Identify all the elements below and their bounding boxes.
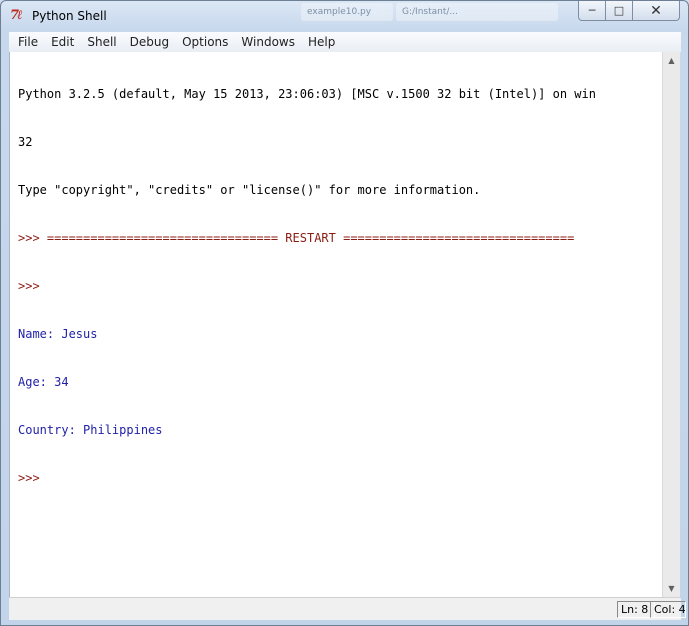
background-tab: example10.py [301, 3, 393, 21]
menu-debug[interactable]: Debug [126, 32, 173, 52]
minimize-icon: ─ [588, 4, 596, 17]
python-shell-window: 7ℓ Python Shell example10.py G:/Instant/… [0, 0, 689, 626]
maximize-icon: □ [613, 4, 625, 17]
menu-help[interactable]: Help [304, 32, 339, 52]
background-tab: G:/Instant/... [396, 3, 558, 21]
restart-line: >>> ================================ RES… [18, 231, 575, 245]
shell-line: Type "copyright", "credits" or "license(… [18, 183, 481, 197]
column-indicator: Col: 4 [650, 601, 686, 618]
shell-line: 32 [18, 135, 33, 149]
window-title: Python Shell [32, 9, 107, 23]
shell-output: Python 3.2.5 (default, May 15 2013, 23:0… [18, 54, 596, 518]
menu-options[interactable]: Options [178, 32, 232, 52]
arrow-up-icon: ▲ [668, 56, 675, 65]
shell-line: Python 3.2.5 (default, May 15 2013, 23:0… [18, 87, 596, 101]
maximize-button[interactable]: □ [605, 1, 633, 21]
menu-edit[interactable]: Edit [47, 32, 78, 52]
scroll-up-button[interactable]: ▲ [663, 52, 680, 69]
menu-bar: File Edit Shell Debug Options Windows He… [9, 32, 681, 53]
vertical-scrollbar[interactable]: ▲ ▼ [662, 52, 680, 597]
arrow-down-icon: ▼ [668, 584, 675, 593]
menu-shell[interactable]: Shell [83, 32, 120, 52]
status-bar: Ln: 8 Col: 4 [9, 597, 686, 620]
idle-app-icon: 7ℓ [10, 8, 23, 23]
title-bar[interactable]: 7ℓ Python Shell example10.py G:/Instant/… [1, 1, 688, 31]
output-line-age: Age: 34 [18, 375, 69, 389]
close-icon: ✕ [650, 2, 662, 19]
output-line-name: Name: Jesus [18, 327, 98, 341]
shell-text-area[interactable]: Python 3.2.5 (default, May 15 2013, 23:0… [9, 52, 663, 597]
output-line-country: Country: Philippines [18, 423, 163, 437]
menu-file[interactable]: File [14, 32, 42, 52]
prompt-line: >>> [18, 279, 47, 293]
minimize-button[interactable]: ─ [578, 1, 606, 21]
menu-windows[interactable]: Windows [237, 32, 299, 52]
scroll-down-button[interactable]: ▼ [663, 580, 680, 597]
close-button[interactable]: ✕ [632, 1, 680, 21]
prompt-line: >>> [18, 471, 47, 485]
